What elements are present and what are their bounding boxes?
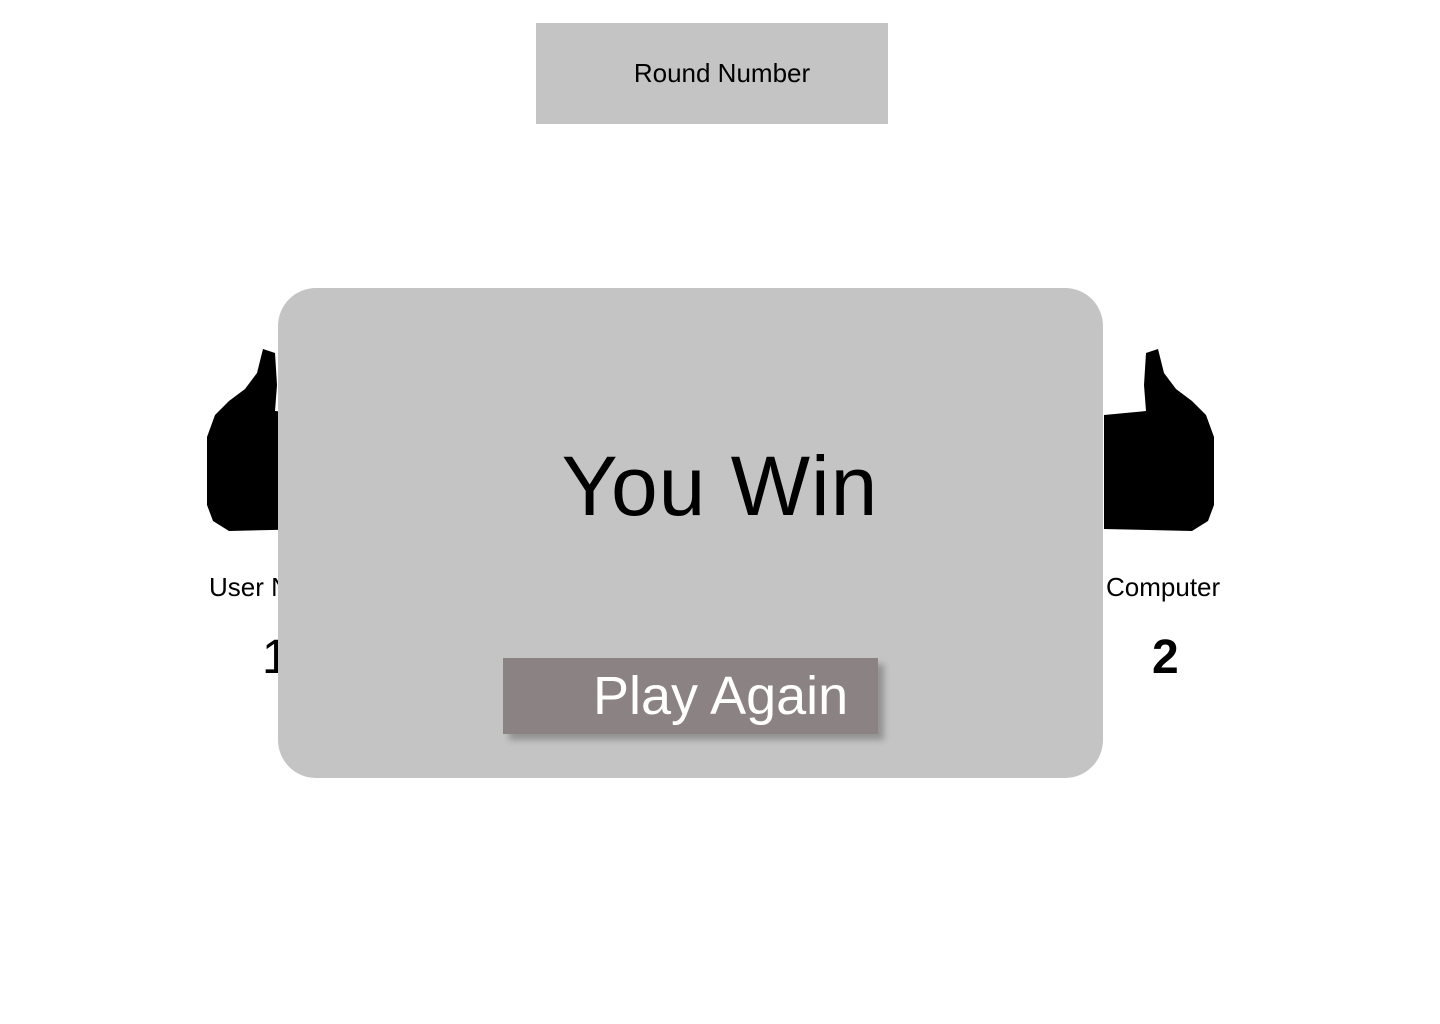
play-again-button[interactable]: Play Again <box>503 658 878 734</box>
game-screen: Round Number User Name Computer 1 2 You … <box>0 0 1440 1024</box>
result-title: You Win <box>561 439 879 533</box>
computer-name-label: Computer <box>1106 572 1221 602</box>
computer-score: 2 <box>1152 631 1179 684</box>
round-number-label: Round Number <box>633 58 811 88</box>
round-number-panel: Round Number <box>536 23 888 124</box>
